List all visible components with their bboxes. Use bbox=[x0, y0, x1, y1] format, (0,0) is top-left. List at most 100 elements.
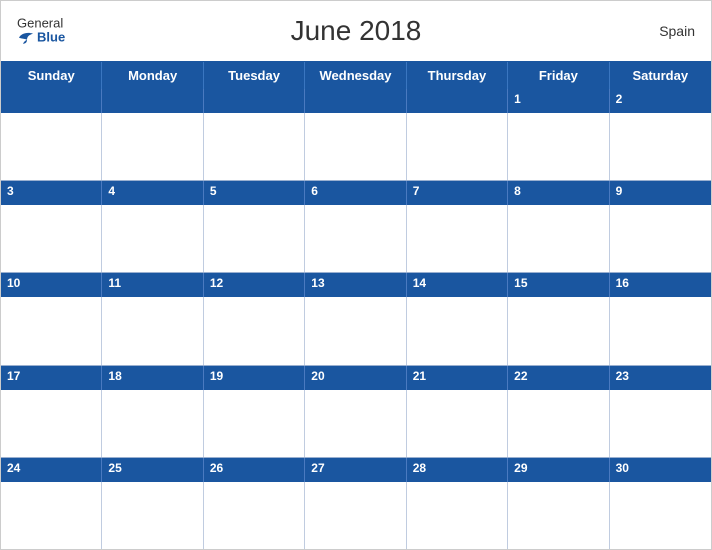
weeks-container: 1234567891011121314151617181920212223242… bbox=[1, 89, 711, 549]
week-5-body bbox=[1, 482, 711, 549]
week-1-day-2-header bbox=[102, 89, 203, 113]
week-2-day-2-body bbox=[102, 205, 203, 272]
day-number-16: 16 bbox=[616, 276, 629, 290]
week-2-day-7-body bbox=[610, 205, 711, 272]
week-3-day-5-body bbox=[407, 297, 508, 364]
day-number-22: 22 bbox=[514, 369, 527, 383]
header-friday: Friday bbox=[508, 62, 609, 89]
week-3-day-5-header: 14 bbox=[407, 273, 508, 297]
week-1-day-1-header bbox=[1, 89, 102, 113]
week-4-day-3-header: 19 bbox=[204, 366, 305, 390]
week-5-day-7-header: 30 bbox=[610, 458, 711, 482]
day-number-21: 21 bbox=[413, 369, 426, 383]
week-2-day-3-body bbox=[204, 205, 305, 272]
day-number-8: 8 bbox=[514, 184, 521, 198]
logo: General Blue bbox=[17, 17, 65, 46]
week-3-day-2-header: 11 bbox=[102, 273, 203, 297]
week-5-day-6-header: 29 bbox=[508, 458, 609, 482]
calendar-grid: Sunday Monday Tuesday Wednesday Thursday… bbox=[1, 61, 711, 549]
day-number-30: 30 bbox=[616, 461, 629, 475]
week-3: 10 11 12 13 14 15 16 bbox=[1, 273, 711, 365]
week-2-body bbox=[1, 205, 711, 272]
day-number-3: 3 bbox=[7, 184, 14, 198]
week-5-day-2-header: 25 bbox=[102, 458, 203, 482]
calendar-header: General Blue June 2018 Spain bbox=[1, 1, 711, 61]
week-1-day-5-header bbox=[407, 89, 508, 113]
week-5-day-5-header: 28 bbox=[407, 458, 508, 482]
day-number-25: 25 bbox=[108, 461, 121, 475]
day-number-28: 28 bbox=[413, 461, 426, 475]
day-number-26: 26 bbox=[210, 461, 223, 475]
week-2-day-6-header: 8 bbox=[508, 181, 609, 205]
week-4-day-1-body bbox=[1, 390, 102, 457]
day-number-23: 23 bbox=[616, 369, 629, 383]
week-4-day-2-body bbox=[102, 390, 203, 457]
week-5-day-6-body bbox=[508, 482, 609, 549]
week-5: 24 25 26 27 28 29 30 bbox=[1, 458, 711, 549]
week-1-day-3-header bbox=[204, 89, 305, 113]
week-4-day-5-header: 21 bbox=[407, 366, 508, 390]
week-4-day-4-header: 20 bbox=[305, 366, 406, 390]
day-number-13: 13 bbox=[311, 276, 324, 290]
day-number-29: 29 bbox=[514, 461, 527, 475]
logo-bird-icon bbox=[17, 31, 35, 45]
week-3-day-2-body bbox=[102, 297, 203, 364]
day-number-24: 24 bbox=[7, 461, 20, 475]
week-1-day-6-body bbox=[508, 113, 609, 180]
header-tuesday: Tuesday bbox=[204, 62, 305, 89]
day-headers-row: Sunday Monday Tuesday Wednesday Thursday… bbox=[1, 62, 711, 89]
day-number-10: 10 bbox=[7, 276, 20, 290]
week-3-day-3-header: 12 bbox=[204, 273, 305, 297]
logo-blue: Blue bbox=[17, 31, 65, 45]
header-monday: Monday bbox=[102, 62, 203, 89]
week-2-day-6-body bbox=[508, 205, 609, 272]
week-4-body bbox=[1, 390, 711, 457]
day-number-4: 4 bbox=[108, 184, 115, 198]
page-title: June 2018 bbox=[291, 15, 422, 47]
week-3-day-6-header: 15 bbox=[508, 273, 609, 297]
week-4-day-6-body bbox=[508, 390, 609, 457]
day-number-17: 17 bbox=[7, 369, 20, 383]
week-2-day-3-header: 5 bbox=[204, 181, 305, 205]
week-4-day-2-header: 18 bbox=[102, 366, 203, 390]
week-1-day-4-body bbox=[305, 113, 406, 180]
week-1-day-7-header: 2 bbox=[610, 89, 711, 113]
day-number-2: 2 bbox=[616, 92, 623, 106]
week-2-day-1-header: 3 bbox=[1, 181, 102, 205]
day-number-15: 15 bbox=[514, 276, 527, 290]
day-number-1: 1 bbox=[514, 92, 521, 106]
week-3-day-3-body bbox=[204, 297, 305, 364]
week-3-day-6-body bbox=[508, 297, 609, 364]
day-number-19: 19 bbox=[210, 369, 223, 383]
header-thursday: Thursday bbox=[407, 62, 508, 89]
week-3-header: 10 11 12 13 14 15 16 bbox=[1, 273, 711, 297]
week-4: 17 18 19 20 21 22 23 bbox=[1, 366, 711, 458]
week-1-day-6-header: 1 bbox=[508, 89, 609, 113]
week-5-day-1-header: 24 bbox=[1, 458, 102, 482]
country-label: Spain bbox=[659, 23, 695, 39]
week-5-day-1-body bbox=[1, 482, 102, 549]
week-5-header: 24 25 26 27 28 29 30 bbox=[1, 458, 711, 482]
week-4-day-5-body bbox=[407, 390, 508, 457]
header-saturday: Saturday bbox=[610, 62, 711, 89]
day-number-5: 5 bbox=[210, 184, 217, 198]
week-5-day-4-body bbox=[305, 482, 406, 549]
week-4-day-7-body bbox=[610, 390, 711, 457]
week-3-day-1-body bbox=[1, 297, 102, 364]
week-1-day-2-body bbox=[102, 113, 203, 180]
week-5-day-7-body bbox=[610, 482, 711, 549]
day-number-9: 9 bbox=[616, 184, 623, 198]
week-1-header: 12 bbox=[1, 89, 711, 113]
week-4-day-3-body bbox=[204, 390, 305, 457]
header-wednesday: Wednesday bbox=[305, 62, 406, 89]
header-sunday: Sunday bbox=[1, 62, 102, 89]
day-number-11: 11 bbox=[108, 276, 121, 290]
week-5-day-4-header: 27 bbox=[305, 458, 406, 482]
day-number-14: 14 bbox=[413, 276, 426, 290]
week-1-body bbox=[1, 113, 711, 180]
week-5-day-3-body bbox=[204, 482, 305, 549]
week-1-day-1-body bbox=[1, 113, 102, 180]
week-4-day-4-body bbox=[305, 390, 406, 457]
week-3-day-4-body bbox=[305, 297, 406, 364]
week-1: 12 bbox=[1, 89, 711, 181]
